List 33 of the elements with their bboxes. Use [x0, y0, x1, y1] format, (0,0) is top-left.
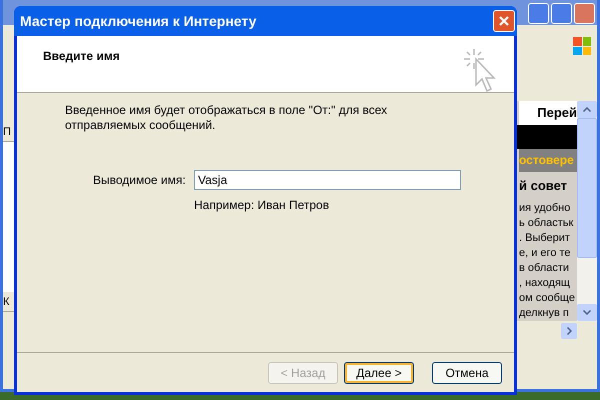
display-name-field[interactable]: Vasja — [194, 170, 461, 190]
banner-text: остовере — [519, 152, 574, 170]
example-text: Например: Иван Петров — [194, 197, 330, 214]
tip-text-line: делкнув п — [519, 306, 570, 321]
tip-text-line: , находящ — [519, 276, 571, 291]
wizard-button[interactable]: Далее > — [344, 362, 414, 384]
tip-text-line: в области — [519, 260, 570, 276]
field-label: Выводимое имя: — [93, 172, 187, 189]
tip-text-line: ом сообще — [519, 290, 576, 306]
close-button[interactable] — [574, 2, 595, 24]
header-title: Введите имя — [43, 48, 120, 65]
tip-text-line: ия удобно — [519, 200, 572, 216]
close-icon — [498, 15, 510, 27]
scroll-up-button[interactable] — [577, 101, 597, 118]
header-strip — [517, 125, 577, 149]
maximize-button[interactable] — [551, 2, 572, 24]
vertical-scrollbar[interactable] — [577, 101, 597, 321]
chevron-down-icon — [583, 310, 591, 315]
close-button[interactable] — [493, 10, 515, 32]
scroll-right-button[interactable] — [561, 323, 577, 339]
tip-text-line: ь областьк — [519, 216, 574, 231]
tip-text-line: . Выберит — [519, 230, 571, 246]
scroll-down-button[interactable] — [577, 304, 597, 321]
scroll-thumb[interactable] — [577, 118, 597, 258]
chevron-up-icon — [583, 107, 591, 112]
minimize-button[interactable] — [528, 2, 549, 24]
chevron-right-icon — [566, 327, 572, 335]
dialog-title: Мастер подключения к Интернету — [20, 12, 256, 31]
description-text: Введенное имя будет отображаться в поле "От:" для всех отправляемых сообщений. — [65, 103, 388, 133]
tip-text-line: е, и его те — [519, 246, 572, 261]
wizard-button[interactable]: Отмена — [432, 362, 502, 384]
windows-logo-icon — [573, 37, 591, 55]
tip-heading: й совет — [519, 176, 568, 195]
